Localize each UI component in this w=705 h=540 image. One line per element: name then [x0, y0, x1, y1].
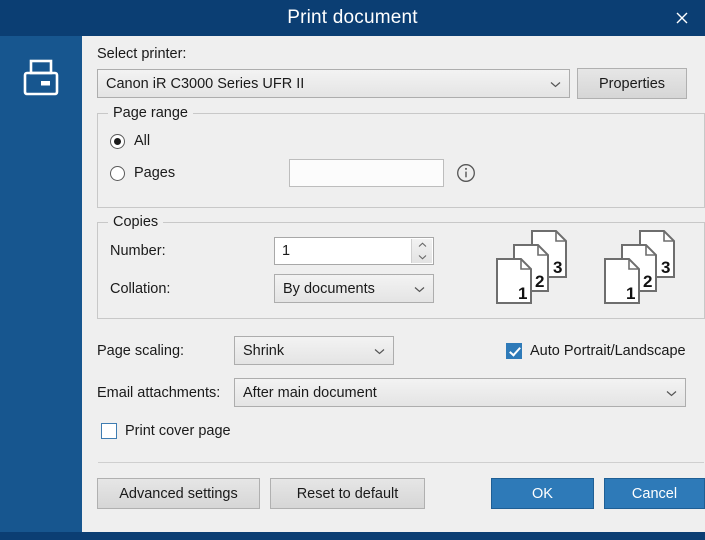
cancel-button[interactable]: Cancel	[604, 478, 705, 509]
copies-collation-label: Collation:	[110, 280, 171, 297]
stepper-up-icon[interactable]	[412, 239, 432, 251]
cancel-button-label: Cancel	[631, 485, 678, 502]
sidebar	[0, 36, 82, 532]
print-cover-page-label: Print cover page	[125, 423, 231, 439]
copies-number-stepper[interactable]	[411, 239, 432, 263]
print-cover-page-row[interactable]: Print cover page	[101, 423, 705, 439]
page-scaling-select[interactable]: Shrink	[234, 336, 394, 365]
close-button[interactable]	[659, 0, 705, 36]
printer-select[interactable]: Canon iR C3000 Series UFR II	[97, 69, 570, 98]
printer-label: Select printer:	[97, 46, 187, 62]
properties-button-label: Properties	[598, 75, 666, 92]
radio-all-label: All	[134, 133, 151, 149]
radio-all[interactable]	[110, 133, 125, 149]
stepper-down-icon[interactable]	[412, 251, 432, 263]
bottom-strip	[0, 532, 705, 540]
radio-row-all[interactable]: All	[110, 128, 692, 154]
reset-to-default-label: Reset to default	[296, 485, 399, 502]
svg-text:1: 1	[518, 284, 527, 303]
svg-text:2: 2	[535, 272, 544, 291]
copies-number-label: Number:	[110, 243, 166, 259]
copies-number-value: 1	[282, 243, 291, 259]
close-icon	[674, 10, 690, 26]
chevron-down-icon	[374, 343, 385, 359]
email-attachments-row: Email attachments: After main document	[97, 378, 705, 407]
ok-button-label: OK	[532, 485, 553, 502]
page-range-title: Page range	[108, 105, 193, 121]
reset-to-default-button[interactable]: Reset to default	[270, 478, 425, 509]
page-scaling-row: Page scaling: Shrink Auto Portrait/Lands…	[97, 336, 705, 365]
page-scaling-value: Shrink	[243, 342, 285, 359]
advanced-settings-button[interactable]: Advanced settings	[97, 478, 260, 509]
email-attachments-value: After main document	[243, 384, 377, 401]
email-attachments-label: Email attachments:	[97, 384, 221, 401]
print-dialog: Print document Select printer: Canon iR …	[0, 0, 705, 540]
page-scaling-label: Page scaling:	[97, 342, 185, 359]
email-attachments-select[interactable]: After main document	[234, 378, 686, 407]
printer-select-value: Canon iR C3000 Series UFR II	[106, 75, 305, 92]
auto-orientation-row[interactable]: Auto Portrait/Landscape	[506, 342, 686, 359]
dialog-body: Select printer: Canon iR C3000 Series UF…	[0, 36, 705, 532]
footer-buttons: Advanced settings Reset to default OK Ca…	[97, 478, 705, 509]
chevron-down-icon	[414, 281, 425, 297]
print-cover-page-checkbox[interactable]	[101, 423, 117, 439]
radio-pages[interactable]	[110, 165, 125, 181]
svg-text:2: 2	[643, 272, 652, 291]
page-title: Print document	[287, 7, 418, 28]
properties-button[interactable]: Properties	[577, 68, 687, 99]
copies-group: Copies Number: 1 Collation: By documents…	[97, 214, 705, 319]
collation-select[interactable]: By documents	[274, 274, 434, 303]
footer-divider	[98, 462, 704, 463]
ok-button[interactable]: OK	[491, 478, 594, 509]
collation-select-value: By documents	[283, 280, 375, 297]
svg-text:3: 3	[661, 258, 670, 277]
radio-pages-label: Pages	[134, 165, 176, 181]
page-range-group: Page range All Pages	[97, 105, 705, 208]
pages-input[interactable]	[289, 159, 444, 187]
chevron-down-icon	[666, 385, 677, 401]
advanced-settings-label: Advanced settings	[119, 485, 238, 502]
title-bar: Print document	[0, 0, 705, 36]
radio-row-pages[interactable]: Pages	[110, 159, 692, 187]
auto-orientation-checkbox[interactable]	[506, 342, 522, 359]
dialog-content: Select printer: Canon iR C3000 Series UF…	[82, 36, 705, 532]
chevron-down-icon	[550, 76, 561, 92]
svg-text:3: 3	[553, 258, 562, 277]
copies-number-input[interactable]: 1	[274, 237, 434, 265]
collation-preview: 3 2 1 3 2 1	[496, 229, 696, 310]
info-icon[interactable]	[456, 163, 476, 183]
printer-icon	[18, 56, 64, 107]
svg-text:1: 1	[626, 284, 635, 303]
auto-orientation-label: Auto Portrait/Landscape	[530, 342, 686, 359]
